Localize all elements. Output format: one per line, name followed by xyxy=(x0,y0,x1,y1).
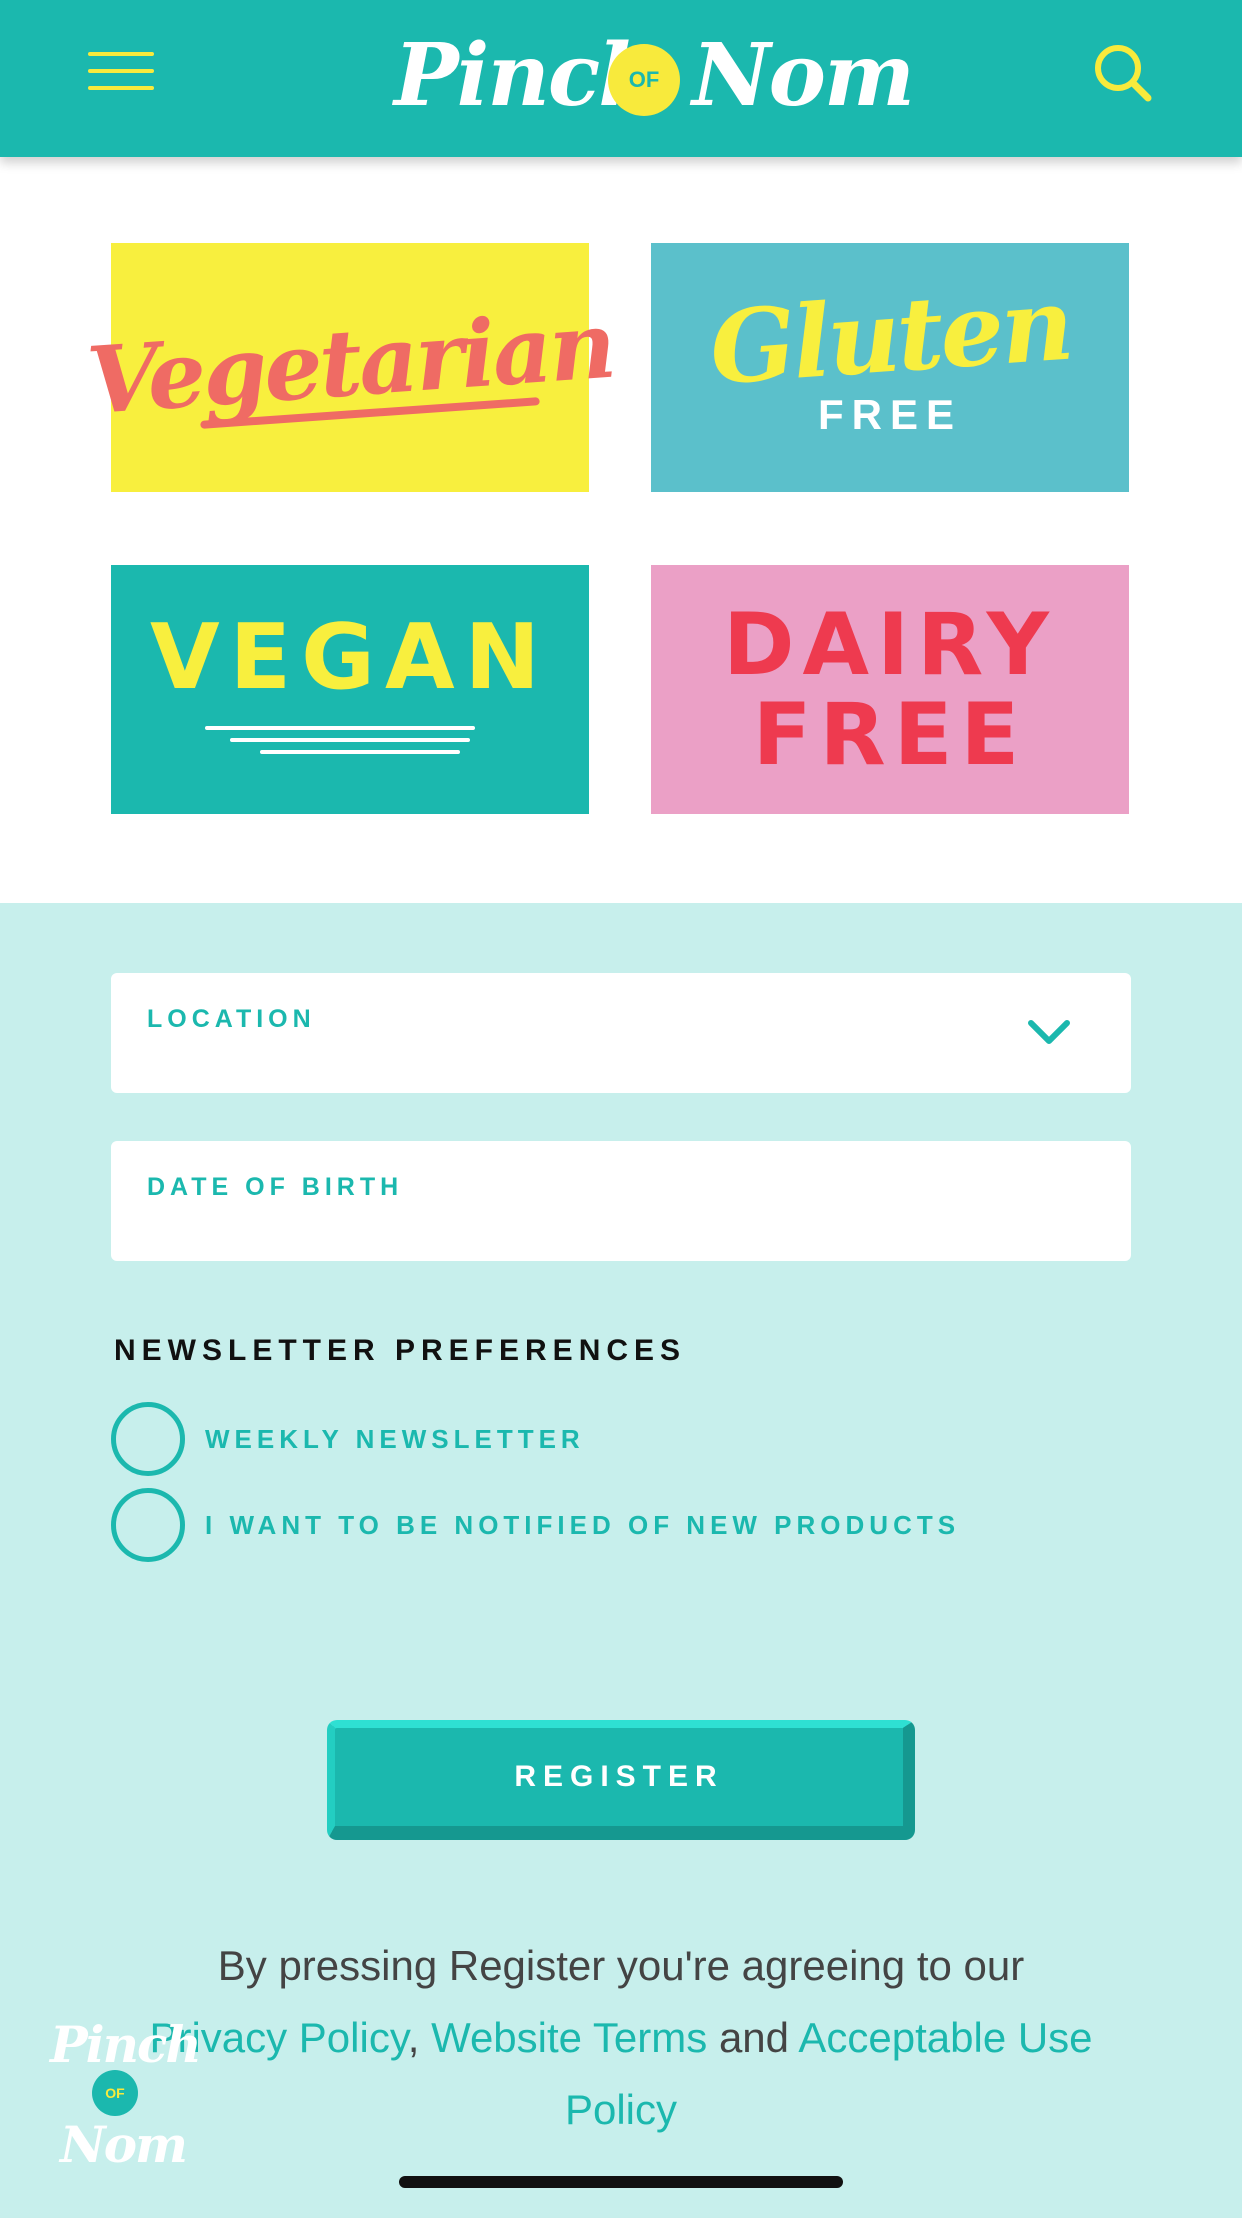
gluten-free-tile[interactable]: Gluten FREE xyxy=(651,243,1129,492)
weekly-newsletter-label[interactable]: WEEKLY NEWSLETTER xyxy=(205,1424,585,1455)
new-products-option[interactable]: I WANT TO BE NOTIFIED OF NEW PRODUCTS xyxy=(111,1488,960,1562)
new-products-label[interactable]: I WANT TO BE NOTIFIED OF NEW PRODUCTS xyxy=(205,1510,960,1541)
corner-logo-nom: Nom xyxy=(60,2115,188,2174)
chevron-down-icon xyxy=(1028,1020,1070,1044)
pinch-of-nom-logo[interactable]: Pinch OF Nom xyxy=(386,18,915,138)
legal-prefix: By pressing Register you're agreeing to … xyxy=(217,1942,1025,1989)
register-button[interactable]: REGISTER xyxy=(327,1720,915,1840)
weekly-newsletter-radio[interactable] xyxy=(111,1402,185,1476)
new-products-radio[interactable] xyxy=(111,1488,185,1562)
diet-categories-section: Vegetarian Gluten FREE VEGAN DAIRY FREE xyxy=(0,157,1242,903)
date-of-birth-field[interactable]: DATE OF BIRTH xyxy=(111,1141,1131,1261)
home-indicator[interactable] xyxy=(399,2176,843,2188)
corner-logo-pinch: Pinch xyxy=(50,2015,202,2074)
vegan-tile[interactable]: VEGAN xyxy=(111,565,589,814)
logo-nom-text: Nom xyxy=(692,25,915,126)
corner-watermark-logo: Pinch OF Nom xyxy=(50,2015,202,2175)
logo-of-badge: OF xyxy=(608,44,680,116)
website-terms-link[interactable]: Website Terms xyxy=(431,2014,707,2061)
legal-comma: , xyxy=(407,2014,420,2061)
hamburger-menu-icon[interactable] xyxy=(88,52,154,94)
date-of-birth-label: DATE OF BIRTH xyxy=(147,1173,404,1201)
legal-notice: By pressing Register you're agreeing to … xyxy=(120,1930,1122,2146)
location-label: LOCATION xyxy=(147,1005,316,1033)
search-icon[interactable] xyxy=(1092,42,1154,104)
location-select[interactable]: LOCATION xyxy=(111,973,1131,1093)
weekly-newsletter-option[interactable]: WEEKLY NEWSLETTER xyxy=(111,1402,585,1476)
app-header: Pinch OF Nom xyxy=(0,0,1242,157)
register-button-label: REGISTER xyxy=(514,1760,724,1793)
gluten-free-title: Gluten xyxy=(706,264,1074,407)
corner-logo-of: OF xyxy=(92,2070,138,2116)
newsletter-preferences-heading: NEWSLETTER PREFERENCES xyxy=(114,1334,687,1367)
legal-and: and xyxy=(718,2014,790,2061)
vegan-decorative-lines xyxy=(205,718,485,754)
dairy-free-title-line2: FREE xyxy=(752,684,1028,785)
dairy-free-tile[interactable]: DAIRY FREE xyxy=(651,565,1129,814)
dairy-free-title-line1: DAIRY xyxy=(723,594,1057,695)
vegetarian-tile[interactable]: Vegetarian xyxy=(84,243,616,492)
vegan-title: VEGAN xyxy=(150,605,550,710)
